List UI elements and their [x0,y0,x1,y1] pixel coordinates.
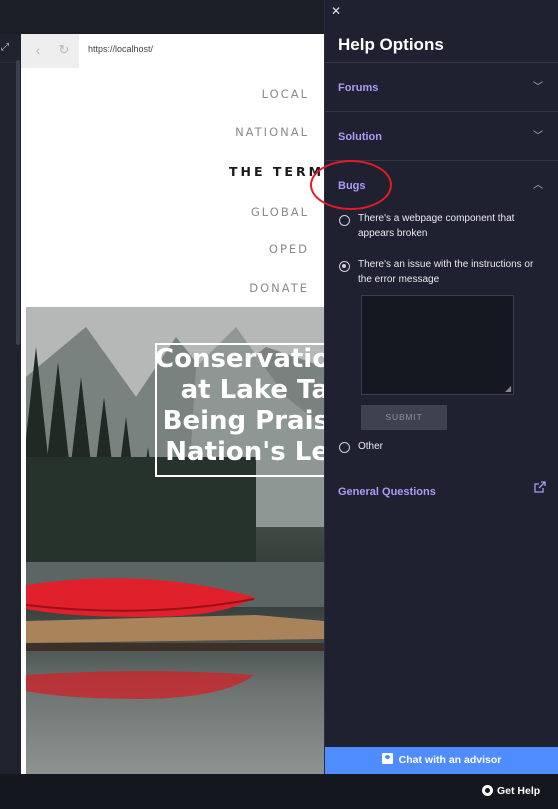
headline-line: Conservatio [155,344,324,374]
headline-line: Being Prais [162,406,324,436]
submit-button[interactable]: SUBMIT [361,405,447,430]
radio-label: Other [358,441,384,452]
divider [325,111,558,112]
canoe-reflection [26,671,254,699]
bug-description-textarea[interactable] [361,295,514,395]
get-help-label: Get Help [497,785,541,797]
chevron-left-icon[interactable]: ‹ [31,42,45,58]
chevron-down-icon[interactable]: ﹀ [533,83,545,93]
dock-illustration [26,615,324,651]
browser-nav-buttons: ‹ ↻ [21,34,79,68]
site-brand[interactable]: THE TERMIN [229,164,324,179]
help-icon [482,785,493,796]
sidebar-scrollbar[interactable] [16,60,20,345]
reload-icon[interactable]: ↻ [57,42,71,58]
get-help-button[interactable]: Get Help [482,785,540,797]
chat-with-advisor-button[interactable]: Chat with an advisor [325,747,558,774]
panel-title: Help Options [338,35,444,54]
divider [325,62,558,63]
chevron-up-icon[interactable]: ︿ [533,181,545,191]
radio-instructions-issue[interactable] [339,261,350,272]
chevron-down-icon[interactable]: ﹀ [533,132,545,142]
nav-link-donate[interactable]: DONATE [21,281,309,295]
section-general-questions[interactable]: General Questions [338,486,436,498]
chat-button-label: Chat with an advisor [398,754,502,766]
nav-link-local[interactable]: LOCAL [21,87,309,101]
chat-icon [381,753,393,764]
headline-line: Nation's Le [165,437,324,467]
bottom-bar [0,774,558,809]
browser-window: ‹ ↻ https://localhost/ LOCAL NATIONAL TH… [21,34,324,774]
nav-link-global[interactable]: GLOBAL [21,205,309,219]
radio-broken-component[interactable] [339,215,350,226]
section-forums[interactable]: Forums [338,82,378,94]
close-icon[interactable]: ✕ [331,5,343,17]
external-link-icon[interactable] [534,481,546,493]
article-headline[interactable]: Conservatio at Lake Ta Being Prais Natio… [155,344,324,468]
headline-line: at Lake Ta [180,375,324,405]
help-panel: ✕ Help Options Forums ﹀ Solution ﹀ Bugs … [324,0,558,774]
radio-other[interactable] [339,442,350,453]
section-solution[interactable]: Solution [338,131,382,143]
radio-label: There's an issue with the instructions o… [358,259,534,285]
radio-label: There's a webpage component that appears… [358,213,515,239]
expand-icon[interactable]: ⤢ [1,42,13,54]
address-bar[interactable]: https://localhost/ [88,44,153,54]
nav-link-oped[interactable]: OPED [21,242,309,256]
sidebar-divider [0,62,16,63]
resize-grip-icon[interactable]: ◢ [505,385,513,393]
highlight-ellipse [310,160,392,210]
hero-image: Conservatio at Lake Ta Being Prais Natio… [26,307,324,774]
nav-link-national[interactable]: NATIONAL [21,125,309,139]
